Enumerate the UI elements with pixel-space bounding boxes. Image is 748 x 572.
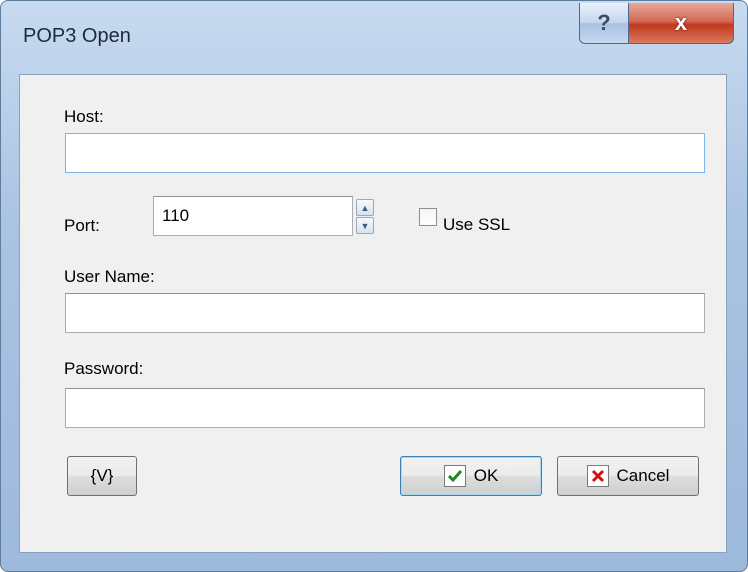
help-button[interactable]: ?	[579, 3, 629, 44]
variables-button-label: {V}	[90, 466, 114, 485]
title-bar[interactable]: POP3 Open ? x	[1, 1, 747, 73]
user-name-label: User Name:	[64, 267, 155, 286]
use-ssl-label[interactable]: Use SSL	[443, 215, 510, 235]
use-ssl-checkbox[interactable]	[419, 208, 437, 226]
ok-button[interactable]: OK	[400, 456, 542, 496]
x-icon	[586, 465, 609, 487]
cancel-button[interactable]: Cancel	[557, 456, 699, 496]
spin-down-icon: ▼	[360, 220, 370, 231]
close-icon: x	[674, 10, 688, 35]
window-title: POP3 Open	[23, 25, 131, 47]
cancel-button-label: Cancel	[616, 466, 670, 485]
host-label: Host:	[64, 107, 104, 126]
variables-button[interactable]: {V}	[67, 456, 137, 496]
password-input[interactable]	[66, 389, 704, 427]
pop3-open-dialog: POP3 Open ? x Host: Port: ▲ ▼ Use SSL Us…	[0, 0, 748, 572]
host-field-frame	[65, 133, 705, 173]
password-label: Password:	[64, 359, 144, 378]
port-field-frame	[153, 196, 353, 236]
port-increment-button[interactable]: ▲	[356, 199, 374, 216]
spin-up-icon: ▲	[360, 202, 370, 213]
check-icon	[443, 465, 466, 487]
dialog-body: Host: Port: ▲ ▼ Use SSL User Name: Passw…	[19, 74, 727, 553]
close-button[interactable]: x	[628, 3, 734, 44]
port-decrement-button[interactable]: ▼	[356, 217, 374, 234]
ok-button-label: OK	[473, 466, 499, 485]
help-icon: ?	[597, 10, 611, 35]
host-input[interactable]	[66, 134, 704, 172]
port-input[interactable]	[154, 197, 352, 235]
user-name-input[interactable]	[66, 294, 704, 332]
password-field-frame	[65, 388, 705, 428]
user-name-field-frame	[65, 293, 705, 333]
port-label: Port:	[64, 216, 100, 235]
